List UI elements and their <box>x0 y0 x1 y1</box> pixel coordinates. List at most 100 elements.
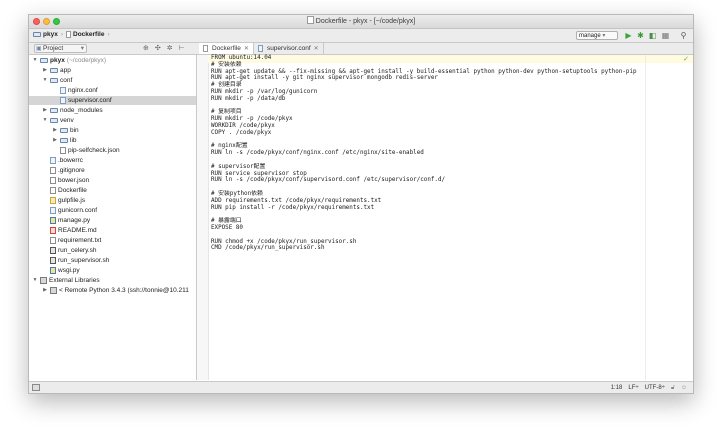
tree-file-item[interactable]: .bowerrc <box>29 156 83 165</box>
code-line[interactable]: RUN ln -s /code/pkyx/conf/nginx.conf /et… <box>211 150 637 157</box>
gear-icon[interactable]: ✲ <box>167 44 173 52</box>
code-line[interactable] <box>211 211 637 218</box>
collapsed-arrow-icon[interactable]: ▶ <box>42 66 48 75</box>
editor-tabs: Dockerfile ✕ supervisor.conf ✕ <box>199 43 324 54</box>
tree-item-label: pip-selfcheck.json <box>68 147 120 154</box>
tree-item-label: gulpfile.js <box>58 197 86 204</box>
code-line[interactable]: ADD requirements.txt /code/pkyx/requirem… <box>211 198 637 205</box>
tree-folder-item[interactable]: ▼ venv <box>29 116 74 125</box>
file-icon <box>257 45 263 52</box>
tree-folder-item[interactable]: ▼ conf <box>29 76 73 85</box>
code-line[interactable]: FROM ubuntu:14.04 <box>211 55 637 62</box>
tree-file-item[interactable]: Dockerfile <box>29 186 87 195</box>
code-line[interactable]: CMD /code/pkyx/run_supervisor.sh <box>211 245 637 252</box>
sync-icon[interactable]: ⊕ <box>143 44 149 52</box>
tab-dockerfile[interactable]: Dockerfile ✕ <box>199 43 254 54</box>
coverage-icon[interactable]: ◧ <box>648 31 657 40</box>
expanded-arrow-icon[interactable]: ▼ <box>42 116 48 125</box>
code-line[interactable]: WORKDIR /code/pkyx <box>211 123 637 130</box>
code-line[interactable] <box>211 157 637 164</box>
library-icon <box>40 277 47 284</box>
code-editor[interactable]: ✓ FROM ubuntu:14.04 # 安装依赖 RUN apt-get upd… <box>197 55 693 380</box>
tree-file-item[interactable]: run_celery.sh <box>29 246 97 255</box>
breadcrumb-file[interactable]: Dockerfile <box>73 31 104 38</box>
code-line[interactable]: COPY . /code/pkyx <box>211 130 637 137</box>
tree-file-item[interactable]: gunicorn.conf <box>29 206 97 215</box>
code-line[interactable] <box>211 103 637 110</box>
tree-file-item[interactable]: gulpfile.js <box>29 196 85 205</box>
hide-panel-icon[interactable]: ⊢ <box>179 44 185 52</box>
tree-folder-item[interactable]: ▶ lib <box>29 136 76 145</box>
code-line[interactable]: RUN service supervisor stop <box>211 171 637 178</box>
code-line[interactable]: # supervisor配置 <box>211 164 637 171</box>
code-line[interactable]: RUN mkdir -p /var/log/gunicorn <box>211 89 637 96</box>
run-icon[interactable]: ▶ <box>624 31 633 40</box>
code-line[interactable]: RUN apt-get install -y git nginx supervi… <box>211 75 637 82</box>
cursor-position[interactable]: 1:18 <box>611 384 623 392</box>
code-line[interactable]: RUN chmod +x /code/pkyx/run_supervisor.s… <box>211 239 637 246</box>
code-line[interactable] <box>211 232 637 239</box>
collapsed-arrow-icon[interactable]: ▶ <box>42 286 48 295</box>
expanded-arrow-icon[interactable]: ▼ <box>32 56 38 65</box>
collapsed-arrow-icon[interactable]: ▶ <box>52 136 58 145</box>
tree-file-item[interactable]: README.md <box>29 226 97 235</box>
code-line[interactable]: # 暴露端口 <box>211 218 637 225</box>
code-line[interactable]: RUN apt-get update && --fix-missing && a… <box>211 69 637 76</box>
tree-file-item[interactable]: nginx.conf <box>29 86 98 95</box>
project-view-select[interactable]: ▣ Project ▾ <box>34 44 87 53</box>
tree-file-item[interactable]: run_supervisor.sh <box>29 256 109 265</box>
code-line[interactable]: EXPOSE 80 <box>211 225 637 232</box>
tree-item-label: bin <box>70 127 79 134</box>
scroll-from-source-icon[interactable]: ✣ <box>155 44 161 52</box>
tree-file-item[interactable]: manage.py <box>29 216 90 225</box>
code-content[interactable]: FROM ubuntu:14.04 # 安装依赖 RUN apt-get updat… <box>211 55 637 252</box>
debug-icon[interactable]: ✱ <box>636 31 645 40</box>
code-line[interactable]: RUN pip install -r /code/pkyx/requiremen… <box>211 205 637 212</box>
tree-library-item[interactable]: ▼ External Libraries <box>29 276 100 285</box>
expanded-arrow-icon[interactable]: ▼ <box>32 276 38 285</box>
file-encoding[interactable]: UTF-8÷ <box>645 384 665 392</box>
search-icon[interactable]: ⚲ <box>679 31 688 40</box>
stop-icon[interactable]: ▦ <box>661 31 670 40</box>
tree-file-item[interactable]: .gitignore <box>29 166 85 175</box>
code-line[interactable]: # nginx配置 <box>211 143 637 150</box>
code-line[interactable]: # 安装依赖 <box>211 62 637 69</box>
collapsed-arrow-icon[interactable]: ▶ <box>42 106 48 115</box>
code-line[interactable]: RUN ln -s /code/pkyx/conf/supervisord.co… <box>211 177 637 184</box>
code-line[interactable] <box>211 137 637 144</box>
tree-file-item[interactable]: bower.json <box>29 176 89 185</box>
tree-file-item[interactable]: pip-selfcheck.json <box>29 146 120 155</box>
collapsed-arrow-icon[interactable]: ▶ <box>52 126 58 135</box>
tree-file-item[interactable]: wsgi.py <box>29 266 80 275</box>
tree-library-item[interactable]: ▶ < Remote Python 3.4.3 (ssh://tonnie@10.… <box>29 286 189 295</box>
code-line[interactable]: RUN mkdir -p /code/pkyx <box>211 116 637 123</box>
close-icon[interactable]: ✕ <box>314 46 319 52</box>
run-configuration-select[interactable]: manage ▾ <box>576 31 618 40</box>
file-icon <box>50 237 56 244</box>
code-line[interactable]: # 创建目录 <box>211 82 637 89</box>
code-line[interactable]: # 安装python依赖 <box>211 191 637 198</box>
tree-file-item[interactable]: supervisor.conf <box>29 96 196 105</box>
tree-item-label: app <box>60 67 71 74</box>
tool-windows-icon[interactable] <box>32 384 40 391</box>
breadcrumb-project[interactable]: pkyx <box>43 31 58 38</box>
code-line[interactable]: # 复制项目 <box>211 109 637 116</box>
folder-icon <box>50 118 58 123</box>
tree-folder-item[interactable]: ▶ bin <box>29 126 79 135</box>
file-icon <box>50 257 56 264</box>
lock-icon[interactable]: 🔓︎ <box>671 384 675 392</box>
file-icon <box>50 157 56 164</box>
line-separator[interactable]: LF÷ <box>628 384 638 392</box>
tree-folder-item[interactable]: ▼ pkyx (~/code/pkyx) <box>29 56 107 65</box>
tree-file-item[interactable]: requirement.txt <box>29 236 101 245</box>
close-icon[interactable]: ✕ <box>244 46 249 52</box>
tool-row: ▣ Project ▾ ⊕ ✣ ✲ ⊢ Dockerfile ✕ supervis… <box>29 43 693 55</box>
inspector-icon[interactable]: ☺︎ <box>681 384 687 392</box>
code-line[interactable] <box>211 184 637 191</box>
tree-folder-item[interactable]: ▶ app <box>29 66 71 75</box>
file-icon <box>203 45 208 52</box>
tab-supervisor-conf[interactable]: supervisor.conf ✕ <box>254 43 324 54</box>
code-line[interactable]: RUN mkdir -p /data/db <box>211 96 637 103</box>
tree-folder-item[interactable]: ▶ node_modules <box>29 106 103 115</box>
expanded-arrow-icon[interactable]: ▼ <box>42 76 48 85</box>
